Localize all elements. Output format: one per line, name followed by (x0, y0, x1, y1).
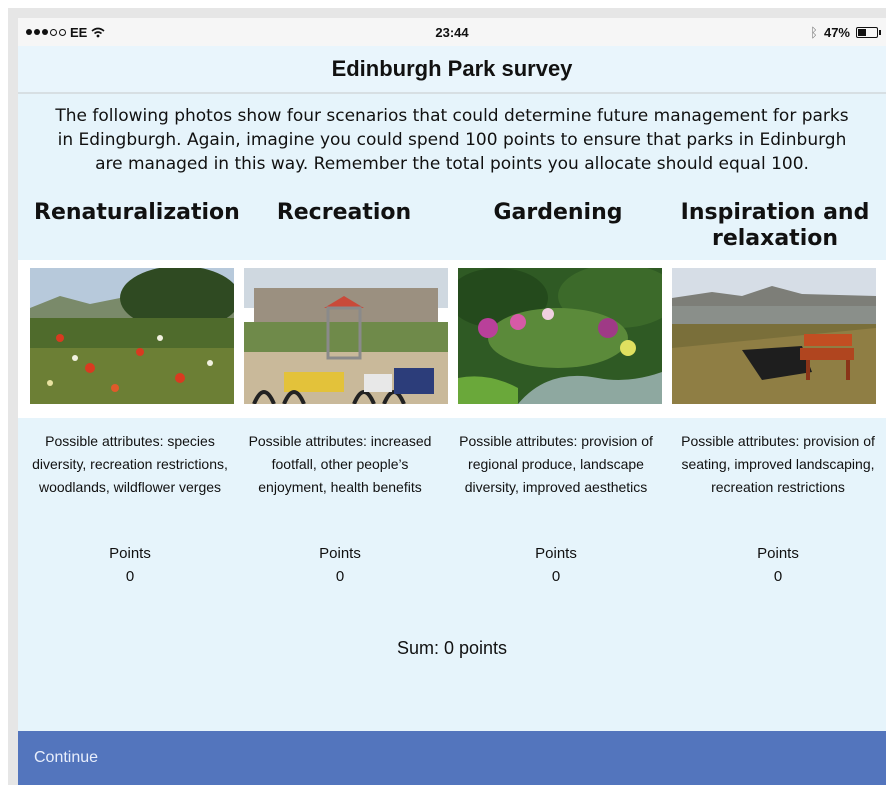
status-time: 23:44 (435, 25, 469, 40)
status-bar: EE 23:44 ᛒ 47% (18, 18, 886, 46)
points-value[interactable]: 0 (456, 565, 656, 588)
survey-content: The following photos show four scenarios… (18, 94, 886, 743)
points-label: Points (319, 545, 361, 562)
garden-flowerbed-photo (458, 268, 662, 404)
attributes-inspiration: Possible attributes: provision of seatin… (681, 433, 875, 495)
app-screen: EE 23:44 ᛒ 47% Edinburgh Park survey The… (18, 18, 886, 785)
column-title-renaturalization: Renaturalization (34, 200, 240, 225)
bluetooth-icon: ᛒ (810, 25, 818, 40)
points-value[interactable]: 0 (30, 565, 230, 588)
battery-area: ᛒ 47% (810, 25, 881, 40)
points-label: Points (109, 545, 151, 562)
column-title-inspiration: Inspiration and relaxation (680, 200, 870, 251)
points-recreation[interactable]: Points 0 (240, 542, 440, 588)
page-title: Edinburgh Park survey (18, 46, 886, 94)
attributes-gardening: Possible attributes: provision of region… (459, 433, 653, 495)
park-bench-view-photo (672, 268, 876, 404)
attributes-recreation: Possible attributes: increased footfall,… (248, 433, 432, 495)
points-gardening[interactable]: Points 0 (456, 542, 656, 588)
wildflower-meadow-photo (30, 268, 234, 404)
battery-percent: 47% (823, 25, 850, 40)
points-label: Points (757, 545, 799, 562)
battery-icon (856, 27, 881, 38)
points-label: Points (535, 545, 577, 562)
points-renaturalization[interactable]: Points 0 (30, 542, 230, 588)
attributes-renaturalization: Possible attributes: species diversity, … (32, 433, 228, 495)
continue-button[interactable]: Continue (18, 731, 886, 785)
points-inspiration[interactable]: Points 0 (678, 542, 878, 588)
intro-text: The following photos show four scenarios… (55, 106, 849, 174)
points-value[interactable]: 0 (240, 565, 440, 588)
photo-row (18, 260, 886, 418)
column-title-gardening: Gardening (493, 200, 623, 225)
points-sum: Sum: 0 points (396, 638, 508, 658)
playground-photo (244, 268, 448, 404)
column-title-recreation: Recreation (276, 200, 412, 225)
points-value[interactable]: 0 (678, 565, 878, 588)
